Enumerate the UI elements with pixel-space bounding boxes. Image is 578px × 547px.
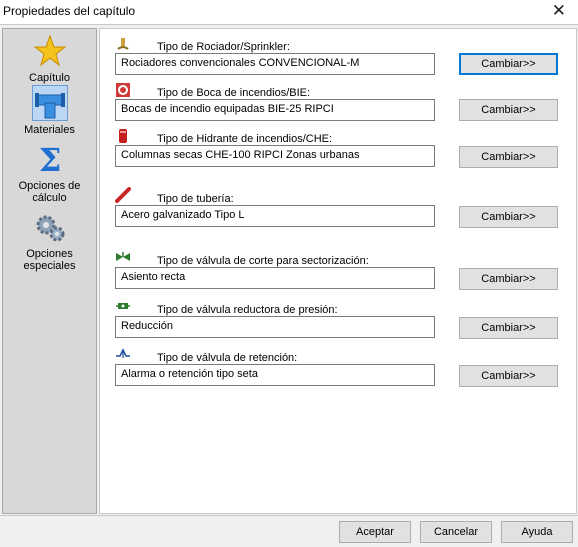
sprinkler-type-label: Tipo de Rociador/Sprinkler:: [157, 41, 290, 53]
pressure-valve-type-label: Tipo de válvula reductora de presión:: [157, 304, 338, 316]
hose-cabinet-icon: [116, 83, 130, 97]
window-title: Propiedades del capítulo: [3, 4, 136, 18]
check-valve-type-label: Tipo de válvula de retención:: [157, 352, 298, 364]
pipe-icon: [34, 93, 65, 119]
sidebar-item-label: Capítulo: [29, 72, 70, 84]
change-pressure-valve-button[interactable]: Cambiar>>: [459, 317, 558, 339]
pressure-valve-icon: [116, 303, 130, 309]
sidebar-item-label: Opciones especiales: [23, 248, 76, 272]
change-hose-cabinet-button[interactable]: Cambiar>>: [459, 99, 558, 121]
sidebar-item-capitulo[interactable]: Capítulo: [3, 33, 96, 84]
change-sprinkler-button[interactable]: Cambiar>>: [459, 53, 558, 75]
shutoff-valve-icon: [116, 252, 130, 261]
accept-button[interactable]: Aceptar: [339, 521, 411, 543]
pipe-type-field: Acero galvanizado Tipo L: [115, 205, 435, 227]
sidebar-item-opciones-especiales[interactable]: Opciones especiales: [3, 209, 96, 272]
cancel-button[interactable]: Cancelar: [420, 521, 492, 543]
sidebar-item-label: Opciones de cálculo: [18, 180, 81, 204]
sidebar-item-label: Materiales: [24, 124, 75, 136]
change-shutoff-valve-button[interactable]: Cambiar>>: [459, 268, 558, 290]
hydrant-type-label: Tipo de Hidrante de incendios/CHE:: [157, 133, 333, 145]
hydrant-icon: [119, 129, 127, 143]
shutoff-valve-type-label: Tipo de válvula de corte para sectorizac…: [157, 255, 369, 267]
change-hydrant-button[interactable]: Cambiar>>: [459, 146, 558, 168]
check-valve-icon: [116, 348, 130, 358]
star-icon: [33, 34, 66, 67]
hose-cabinet-type-label: Tipo de Boca de incendios/BIE:: [157, 87, 311, 99]
change-check-valve-button[interactable]: Cambiar>>: [459, 365, 558, 387]
pipe-segment-icon: [115, 187, 131, 203]
title-bar: Propiedades del capítulo ✕: [0, 0, 578, 24]
check-valve-type-field: Alarma o retención tipo seta: [115, 364, 435, 386]
sidebar: Capítulo Materiales Σ Opciones de cálcul…: [2, 28, 97, 514]
sidebar-item-materiales[interactable]: Materiales: [3, 85, 96, 136]
pipe-type-label: Tipo de tubería:: [157, 193, 234, 205]
sidebar-item-opciones-calculo[interactable]: Σ Opciones de cálculo: [3, 141, 96, 204]
close-icon[interactable]: ✕: [552, 1, 566, 21]
sprinkler-icon: [117, 38, 129, 50]
pressure-valve-type-field: Reducción: [115, 316, 435, 338]
sigma-icon: Σ: [38, 142, 61, 176]
hydrant-type-field: Columnas secas CHE-100 RIPCI Zonas urban…: [115, 145, 435, 167]
hose-cabinet-type-field: Bocas de incendio equipadas BIE-25 RIPCI: [115, 99, 435, 121]
sprinkler-type-field: Rociadores convencionales CONVENCIONAL-M: [115, 53, 435, 75]
help-button[interactable]: Ayuda: [501, 521, 573, 543]
shutoff-valve-type-field: Asiento recta: [115, 267, 435, 289]
gears-icon: [36, 215, 64, 242]
materials-panel: Tipo de Rociador/Sprinkler: Rociadores c…: [99, 28, 577, 514]
change-pipe-button[interactable]: Cambiar>>: [459, 206, 558, 228]
svg-text:Σ: Σ: [38, 142, 61, 176]
